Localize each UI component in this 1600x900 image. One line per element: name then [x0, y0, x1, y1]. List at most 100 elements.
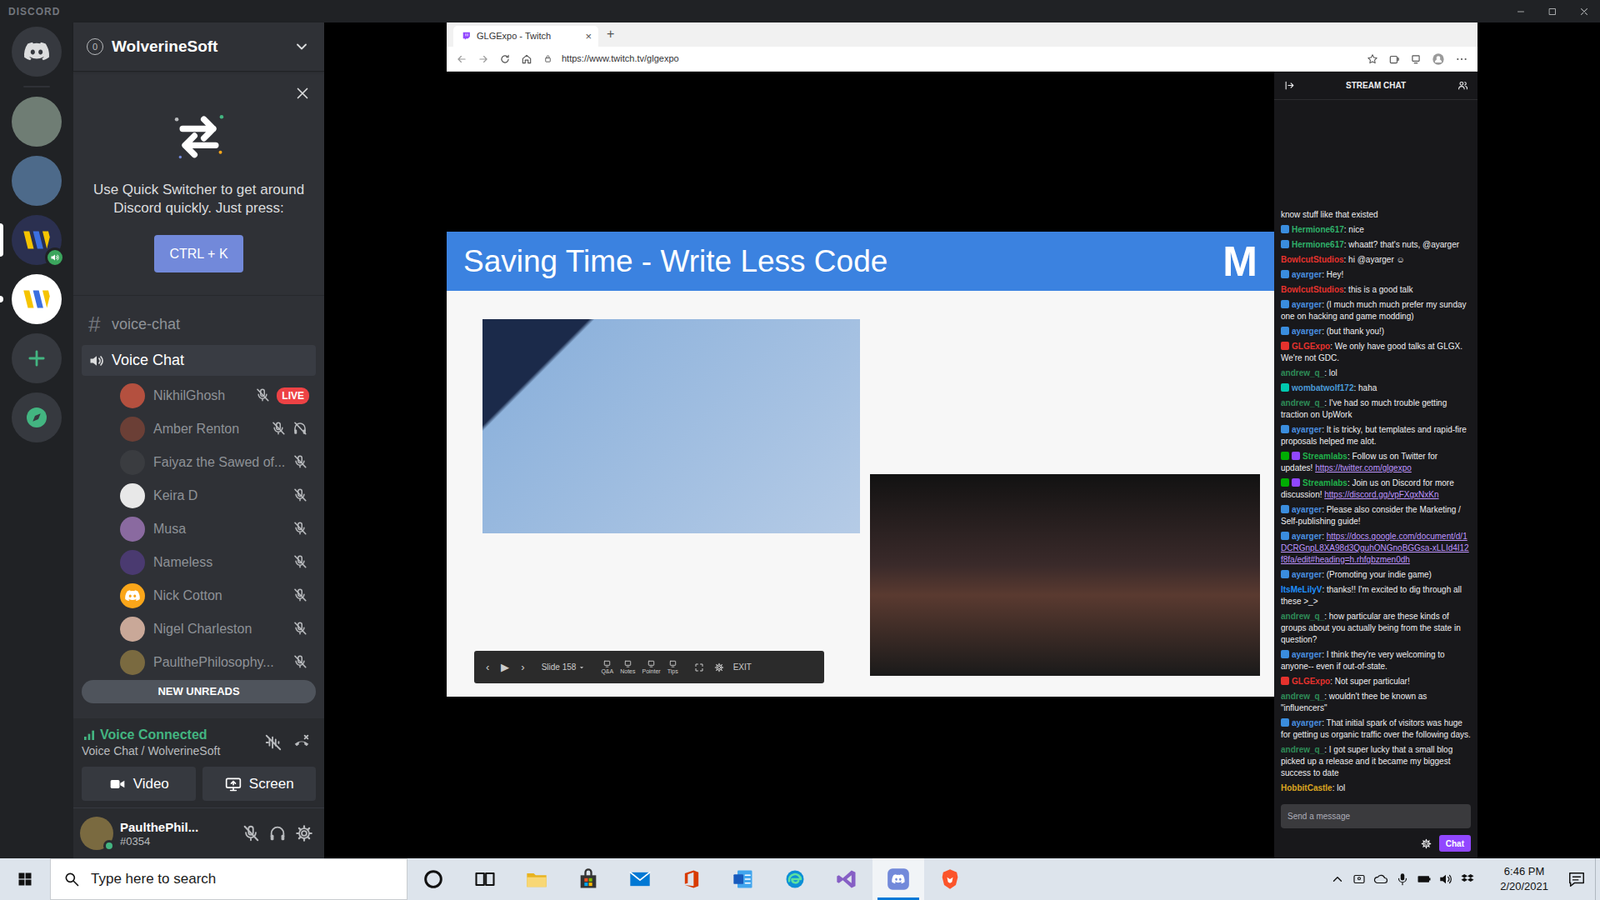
- url-field[interactable]: https://www.twitch.tv/glgexpo: [561, 51, 1358, 66]
- chat-username[interactable]: andrew_q_: [1280, 398, 1325, 408]
- server-item[interactable]: [0, 274, 74, 325]
- member-row[interactable]: NikhilGhoshLIVE: [81, 379, 316, 413]
- chevron-down-icon[interactable]: [292, 37, 311, 56]
- server-item[interactable]: [0, 155, 74, 206]
- dropbox-icon[interactable]: [1456, 858, 1479, 900]
- taskbar-app[interactable]: [717, 858, 770, 900]
- taskbar-app[interactable]: [614, 858, 666, 900]
- server-icon[interactable]: [11, 392, 62, 443]
- chat-link[interactable]: https://twitter.com/glgexpo: [1315, 463, 1412, 473]
- server-icon[interactable]: [11, 96, 62, 147]
- chat-username[interactable]: ItsMeLilyV: [1280, 585, 1322, 595]
- server-icon[interactable]: [11, 274, 62, 325]
- taskbar-search[interactable]: [50, 858, 408, 900]
- microphone-icon[interactable]: [1391, 858, 1414, 900]
- slide-tool[interactable]: Pointer: [641, 659, 660, 675]
- chat-username[interactable]: ayarger: [1291, 300, 1322, 310]
- settings-gear-icon[interactable]: [290, 820, 318, 847]
- forward-icon[interactable]: [476, 52, 490, 66]
- taskbar-app[interactable]: [769, 858, 821, 900]
- taskbar-clock[interactable]: 6:46 PM2/20/2021: [1490, 864, 1559, 895]
- member-row[interactable]: Nick Cotton: [81, 579, 316, 613]
- taskbar-app[interactable]: [459, 858, 511, 900]
- show-hidden-icon[interactable]: [1326, 858, 1349, 900]
- chat-username[interactable]: wombatwolf172: [1291, 383, 1354, 393]
- chat-username[interactable]: andrew_q_: [1280, 611, 1325, 621]
- collapse-icon[interactable]: [1282, 79, 1296, 93]
- search-input[interactable]: [90, 868, 395, 890]
- slide-tool[interactable]: Notes: [620, 659, 635, 675]
- server-item[interactable]: [0, 215, 74, 265]
- home-icon[interactable]: [520, 52, 534, 66]
- chat-username[interactable]: BowlcutStudios: [1280, 255, 1345, 265]
- chat-link[interactable]: https://discord.gg/vpFXgxNxKn: [1324, 490, 1439, 500]
- server-icon[interactable]: [11, 26, 62, 77]
- server-item[interactable]: [0, 26, 74, 77]
- chat-username[interactable]: ayarger: [1291, 570, 1322, 580]
- server-item[interactable]: [0, 96, 74, 147]
- close-icon[interactable]: [292, 83, 313, 104]
- chat-username[interactable]: HobbitCastle: [1280, 783, 1333, 793]
- slide-counter[interactable]: Slide 158: [541, 660, 587, 674]
- favorite-icon[interactable]: [1365, 52, 1380, 66]
- chat-username[interactable]: ayarger: [1291, 718, 1322, 728]
- chat-username[interactable]: ayarger: [1291, 531, 1322, 541]
- slide-nav-button[interactable]: ›: [519, 659, 526, 676]
- chat-username[interactable]: Streamlabs: [1302, 451, 1348, 461]
- chat-username[interactable]: Streamlabs: [1302, 478, 1348, 488]
- taskbar-app[interactable]: [872, 858, 925, 900]
- notifications-icon[interactable]: [1558, 858, 1595, 900]
- exit-button[interactable]: EXIT: [733, 660, 752, 674]
- chat-username[interactable]: ayarger: [1291, 650, 1322, 660]
- taskbar-app[interactable]: [924, 858, 976, 900]
- member-row[interactable]: Nameless: [81, 545, 316, 580]
- slide-nav-button[interactable]: ‹: [484, 659, 491, 676]
- noise-suppression-icon[interactable]: [259, 728, 288, 757]
- tab-close[interactable]: ×: [585, 28, 592, 45]
- minimize-icon[interactable]: [1505, 0, 1537, 23]
- refresh-icon[interactable]: [498, 52, 512, 66]
- taskbar-app[interactable]: [562, 858, 615, 900]
- back-icon[interactable]: [455, 52, 469, 66]
- taskbar-app[interactable]: [407, 858, 460, 900]
- video-button[interactable]: Video: [81, 766, 196, 801]
- taskbar-app[interactable]: [820, 858, 873, 900]
- shortcut-button[interactable]: CTRL + K: [154, 235, 243, 273]
- chat-username[interactable]: Hermione617: [1291, 225, 1345, 235]
- chat-username[interactable]: BowlcutStudios: [1280, 285, 1345, 295]
- chat-username[interactable]: ayarger: [1291, 270, 1322, 280]
- slide-nav-button[interactable]: ▶: [499, 659, 511, 676]
- fullscreen-icon[interactable]: [693, 661, 705, 674]
- chat-settings-icon[interactable]: [1420, 837, 1433, 850]
- people-icon[interactable]: [1348, 858, 1370, 900]
- user-avatar[interactable]: [80, 816, 114, 850]
- mic-icon[interactable]: [237, 820, 265, 847]
- chat-username[interactable]: ayarger: [1291, 505, 1322, 515]
- slide-tool[interactable]: Tips: [667, 659, 679, 675]
- chat-username[interactable]: andrew_q_: [1280, 745, 1325, 755]
- chat-username[interactable]: GLGExpo: [1291, 676, 1330, 686]
- windows-start-icon[interactable]: [0, 858, 50, 900]
- voice-channel[interactable]: Voice Chat: [81, 345, 316, 376]
- taskbar-app[interactable]: [510, 858, 563, 900]
- more-icon[interactable]: [1454, 52, 1470, 66]
- close-icon[interactable]: [1568, 0, 1600, 23]
- extensions-icon[interactable]: [1387, 52, 1401, 66]
- chat-username[interactable]: ayarger: [1291, 326, 1322, 336]
- slide-tool[interactable]: Q&A: [600, 659, 614, 675]
- chat-username[interactable]: ayarger: [1291, 425, 1322, 435]
- chat-send-button[interactable]: Chat: [1439, 835, 1471, 852]
- browser-tab[interactable]: GLGExpo - Twitch×: [453, 25, 599, 47]
- member-row[interactable]: Keira D: [81, 479, 316, 513]
- chat-input[interactable]: [1280, 804, 1471, 829]
- chat-username[interactable]: Hermione617: [1291, 240, 1345, 250]
- volume-icon[interactable]: [1435, 858, 1457, 900]
- show-desktop-button[interactable]: [1595, 858, 1600, 900]
- chat-username[interactable]: GLGExpo: [1291, 341, 1330, 351]
- member-row[interactable]: PaulthePhilosophy...: [81, 645, 316, 680]
- headphones-icon[interactable]: [264, 820, 291, 847]
- member-row[interactable]: Musa: [81, 512, 316, 546]
- screen-button[interactable]: Screen: [202, 766, 317, 801]
- member-row[interactable]: Nigel Charleston: [81, 612, 316, 646]
- settings-icon[interactable]: [713, 661, 725, 674]
